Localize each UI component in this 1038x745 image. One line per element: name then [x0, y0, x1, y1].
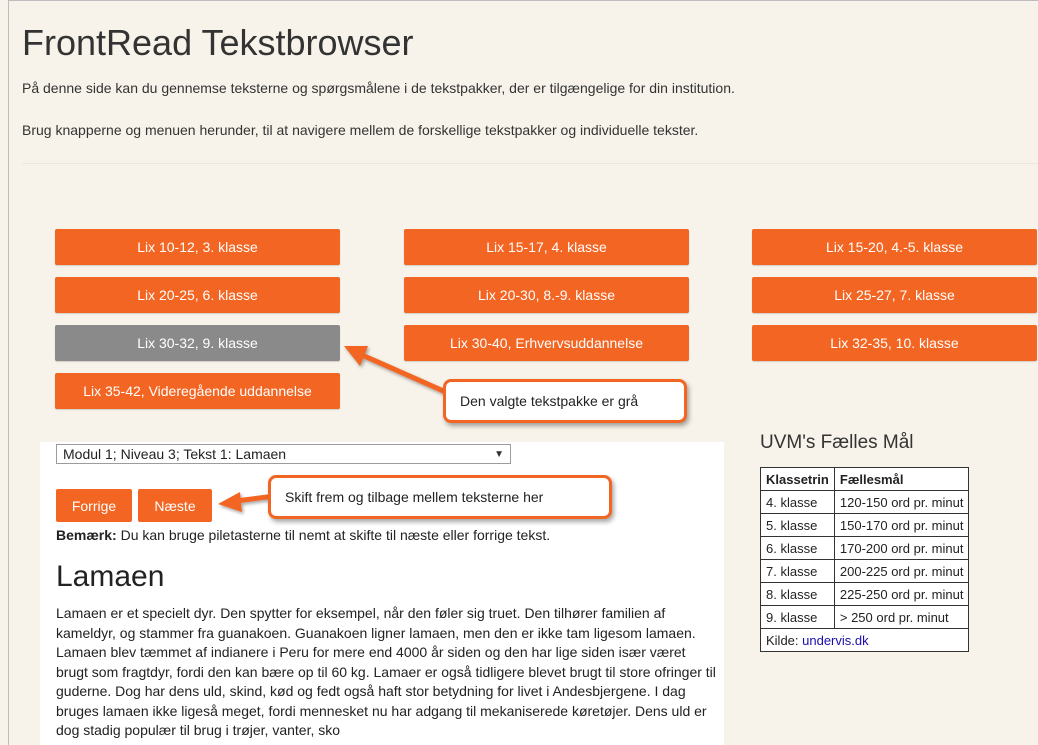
package-button-lix-30-32-selected[interactable]: Lix 30-32, 9. klasse	[55, 325, 340, 361]
table-header-row: Klassetrin Fællesmål	[760, 467, 970, 491]
source-link[interactable]: undervis.dk	[802, 633, 868, 648]
table-row: 7. klasse 200-225 ord pr. minut	[760, 559, 970, 583]
uvm-goals-title: UVM's Fælles Mål	[760, 432, 914, 453]
table-source-row: Kilde: undervis.dk	[759, 628, 970, 652]
table-row: 8. klasse 225-250 ord pr. minut	[760, 582, 970, 606]
table-cell: 6. klasse	[760, 536, 835, 560]
text-select-value: Modul 1; Niveau 3; Tekst 1: Lamaen	[63, 446, 287, 462]
table-row: 5. klasse 150-170 ord pr. minut	[760, 513, 970, 537]
table-cell: 200-225 ord pr. minut	[833, 559, 970, 583]
source-label: Kilde:	[766, 632, 803, 648]
package-button-lix-30-40[interactable]: Lix 30-40, Erhvervsuddannelse	[404, 325, 689, 361]
uvm-goals-table: Klassetrin Fællesmål 4. klasse 120-150 or…	[759, 467, 970, 652]
package-button-lix-20-25[interactable]: Lix 20-25, 6. klasse	[55, 277, 340, 313]
package-button-lix-25-27[interactable]: Lix 25-27, 7. klasse	[752, 277, 1037, 313]
package-button-lix-35-42[interactable]: Lix 35-42, Videregående uddannelse	[55, 373, 340, 409]
previous-button[interactable]: Forrige	[56, 489, 132, 522]
source-cell: Kilde: undervis.dk	[759, 628, 970, 652]
next-button[interactable]: Næste	[138, 489, 212, 522]
package-button-lix-20-30[interactable]: Lix 20-30, 8.-9. klasse	[404, 277, 689, 313]
note-text: Du kan bruge piletasterne til nemt at sk…	[116, 527, 551, 543]
table-cell: 9. klasse	[760, 605, 835, 629]
table-cell: 4. klasse	[760, 490, 835, 514]
article-body: Lamaen er et specielt dyr. Den spytter f…	[56, 605, 716, 738]
table-cell: 120-150 ord pr. minut	[833, 490, 970, 514]
table-cell: 225-250 ord pr. minut	[833, 582, 970, 606]
page-title: FrontRead Tekstbrowser	[22, 22, 414, 63]
article-title: Lamaen	[56, 560, 165, 593]
chevron-down-icon: ▼	[494, 448, 504, 460]
package-button-lix-32-35[interactable]: Lix 32-35, 10. klasse	[752, 325, 1037, 361]
package-button-lix-10-12[interactable]: Lix 10-12, 3. klasse	[55, 229, 340, 265]
text-select-dropdown[interactable]: Modul 1; Niveau 3; Tekst 1: Lamaen ▼	[56, 444, 511, 464]
instructions-text: Brug knapperne og menuen herunder, til a…	[22, 122, 699, 138]
column-header-faellesmaal: Fællesmål	[833, 467, 970, 491]
table-cell: 7. klasse	[760, 559, 835, 583]
table-cell: > 250 ord pr. minut	[833, 605, 970, 629]
divider	[22, 163, 1038, 164]
callout-navigation-text: Skift frem og tilbage mellem teksterne h…	[285, 489, 544, 505]
callout-selected-package: Den valgte tekstpakke er grå	[443, 379, 687, 423]
table-row: 4. klasse 120-150 ord pr. minut	[760, 490, 970, 514]
callout-navigation: Skift frem og tilbage mellem teksterne h…	[268, 475, 612, 519]
callout-selected-package-text: Den valgte tekstpakke er grå	[460, 393, 639, 409]
intro-text: På denne side kan du gennemse teksterne …	[22, 80, 735, 96]
table-cell: 150-170 ord pr. minut	[833, 513, 970, 537]
note-label: Bemærk:	[56, 527, 117, 543]
table-row: 6. klasse 170-200 ord pr. minut	[760, 536, 970, 560]
table-cell: 170-200 ord pr. minut	[833, 536, 970, 560]
table-cell: 8. klasse	[760, 582, 835, 606]
table-cell: 5. klasse	[760, 513, 835, 537]
table-row: 9. klasse > 250 ord pr. minut	[760, 605, 970, 629]
column-header-klassetrin: Klassetrin	[760, 467, 835, 491]
package-button-lix-15-17[interactable]: Lix 15-17, 4. klasse	[404, 229, 689, 265]
package-button-lix-15-20[interactable]: Lix 15-20, 4.-5. klasse	[752, 229, 1037, 265]
keyboard-hint: Bemærk: Du kan bruge piletasterne til ne…	[56, 527, 550, 543]
